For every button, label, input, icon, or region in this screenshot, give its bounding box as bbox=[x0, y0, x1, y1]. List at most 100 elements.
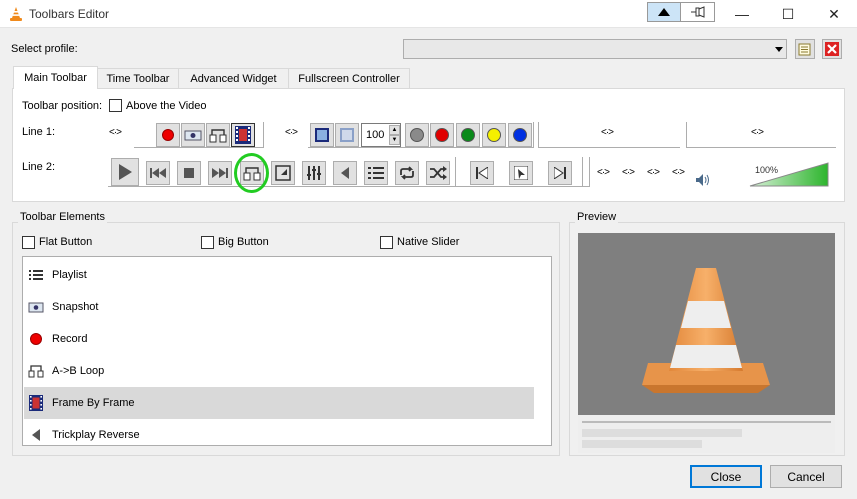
play-icon bbox=[119, 164, 132, 180]
tab-time-toolbar[interactable]: Time Toolbar bbox=[97, 68, 179, 88]
trickplay-reverse-button[interactable] bbox=[333, 161, 357, 185]
loop-button[interactable] bbox=[395, 161, 419, 185]
list-item[interactable]: A->B Loop bbox=[24, 355, 534, 387]
minimal-view-button[interactable] bbox=[335, 123, 359, 147]
list-item[interactable]: Playlist bbox=[24, 259, 534, 291]
volume-spinbox[interactable]: 100 ▲ ▼ bbox=[361, 123, 401, 147]
playlist-icon bbox=[28, 267, 44, 283]
expanding-spacer-icon: <·> bbox=[647, 167, 660, 178]
tab-main-toolbar[interactable]: Main Toolbar bbox=[13, 66, 98, 89]
grey-dot-icon bbox=[410, 128, 424, 142]
list-item-label: A->B Loop bbox=[52, 365, 105, 377]
snapshot-icon bbox=[184, 130, 202, 141]
next-icon bbox=[212, 168, 228, 178]
tab-fullscreen-controller[interactable]: Fullscreen Controller bbox=[288, 68, 410, 88]
flat-button-checkbox[interactable] bbox=[22, 236, 35, 249]
expanding-spacer-icon: <·> bbox=[285, 127, 298, 138]
red-button[interactable] bbox=[430, 123, 454, 147]
line1-label: Line 1: bbox=[22, 126, 56, 138]
random-button[interactable] bbox=[426, 161, 450, 185]
preview-title: Preview bbox=[575, 211, 619, 223]
line2-label: Line 2: bbox=[22, 161, 56, 173]
speaker-icon[interactable] bbox=[696, 174, 710, 189]
disc-menu-icon bbox=[514, 166, 528, 180]
fullscreen-button[interactable] bbox=[310, 123, 334, 147]
tab-advanced-widget[interactable]: Advanced Widget bbox=[178, 68, 289, 88]
green-button[interactable] bbox=[456, 123, 480, 147]
expanding-spacer-icon: <·> bbox=[601, 127, 614, 138]
menu-button[interactable] bbox=[509, 161, 533, 185]
spin-up-icon[interactable]: ▲ bbox=[389, 125, 400, 135]
expanding-spacer-icon: <·> bbox=[622, 167, 635, 178]
ab-loop-icon bbox=[209, 129, 227, 143]
vlc-cone-preview-icon bbox=[578, 268, 835, 453]
close-button[interactable]: Close bbox=[690, 465, 762, 488]
pin-icon bbox=[690, 6, 704, 18]
highlight-circle bbox=[234, 153, 269, 193]
record-button[interactable] bbox=[156, 123, 180, 147]
green-dot-icon bbox=[461, 128, 475, 142]
cancel-button[interactable]: Cancel bbox=[770, 465, 842, 488]
expanding-spacer-icon: <·> bbox=[672, 167, 685, 178]
maximize-button[interactable]: ☐ bbox=[765, 0, 811, 28]
vlc-cone-icon bbox=[8, 6, 24, 22]
play-button[interactable] bbox=[111, 158, 139, 186]
snapshot-icon bbox=[28, 299, 44, 315]
line1-spacer-box-b: <·> bbox=[686, 122, 836, 148]
new-profile-icon bbox=[798, 43, 811, 56]
triangle-up-icon bbox=[658, 8, 670, 16]
spin-down-icon[interactable]: ▼ bbox=[389, 135, 400, 145]
equalizer-icon bbox=[307, 166, 321, 180]
select-profile-label: Select profile: bbox=[11, 43, 78, 55]
list-item[interactable]: Snapshot bbox=[24, 291, 534, 323]
extended-settings-button[interactable] bbox=[302, 161, 326, 185]
frame-by-frame-button[interactable] bbox=[231, 123, 255, 147]
flat-button-label: Flat Button bbox=[39, 236, 93, 248]
next-chapter-icon bbox=[554, 167, 566, 179]
delete-x-icon bbox=[825, 42, 839, 56]
yellow-dot-icon bbox=[487, 128, 501, 142]
preview-image bbox=[578, 233, 835, 453]
volume-slider[interactable]: 100% bbox=[749, 161, 829, 187]
move-up-button[interactable] bbox=[648, 3, 682, 21]
window-pin-group bbox=[647, 2, 715, 22]
grey-button[interactable] bbox=[405, 123, 429, 147]
close-window-button[interactable]: ✕ bbox=[811, 0, 857, 28]
elements-list[interactable]: Playlist Snapshot Record A->B Loop Frame… bbox=[22, 256, 552, 446]
expanding-spacer-icon: <·> bbox=[751, 127, 764, 138]
list-item-label: Trickplay Reverse bbox=[52, 429, 140, 441]
chevron-down-icon bbox=[775, 47, 783, 52]
blue-button[interactable] bbox=[508, 123, 532, 147]
previous-icon bbox=[150, 168, 166, 178]
snapshot-button[interactable] bbox=[181, 123, 205, 147]
delete-profile-button[interactable] bbox=[822, 39, 842, 59]
list-item[interactable]: Trickplay Reverse bbox=[24, 419, 534, 445]
ab-loop-button[interactable] bbox=[206, 123, 230, 147]
trickplay-reverse-icon bbox=[341, 167, 349, 179]
previous-chapter-button[interactable] bbox=[470, 161, 494, 185]
next-chapter-button[interactable] bbox=[548, 161, 572, 185]
volume-spin-value: 100 bbox=[366, 129, 385, 141]
next-button[interactable] bbox=[208, 161, 232, 185]
red-dot-icon bbox=[435, 128, 449, 142]
list-item-selected[interactable]: Frame By Frame bbox=[24, 387, 534, 419]
profile-combobox[interactable] bbox=[403, 39, 787, 59]
stop-button[interactable] bbox=[177, 161, 201, 185]
stop-icon bbox=[184, 168, 194, 178]
playlist-icon bbox=[368, 167, 384, 179]
yellow-button[interactable] bbox=[482, 123, 506, 147]
pin-button[interactable] bbox=[681, 3, 714, 21]
volume-percent: 100% bbox=[755, 165, 779, 175]
native-slider-checkbox[interactable] bbox=[380, 236, 393, 249]
minimize-button[interactable]: — bbox=[719, 0, 765, 28]
big-button-checkbox[interactable] bbox=[201, 236, 214, 249]
above-video-label: Above the Video bbox=[126, 100, 207, 112]
minimal-view-icon bbox=[340, 128, 354, 142]
fullscreen-line2-button[interactable] bbox=[271, 161, 295, 185]
above-video-checkbox[interactable] bbox=[109, 99, 122, 112]
new-profile-button[interactable] bbox=[795, 39, 815, 59]
list-item[interactable]: Record bbox=[24, 323, 534, 355]
previous-button[interactable] bbox=[146, 161, 170, 185]
playlist-button[interactable] bbox=[364, 161, 388, 185]
big-button-label: Big Button bbox=[218, 236, 269, 248]
